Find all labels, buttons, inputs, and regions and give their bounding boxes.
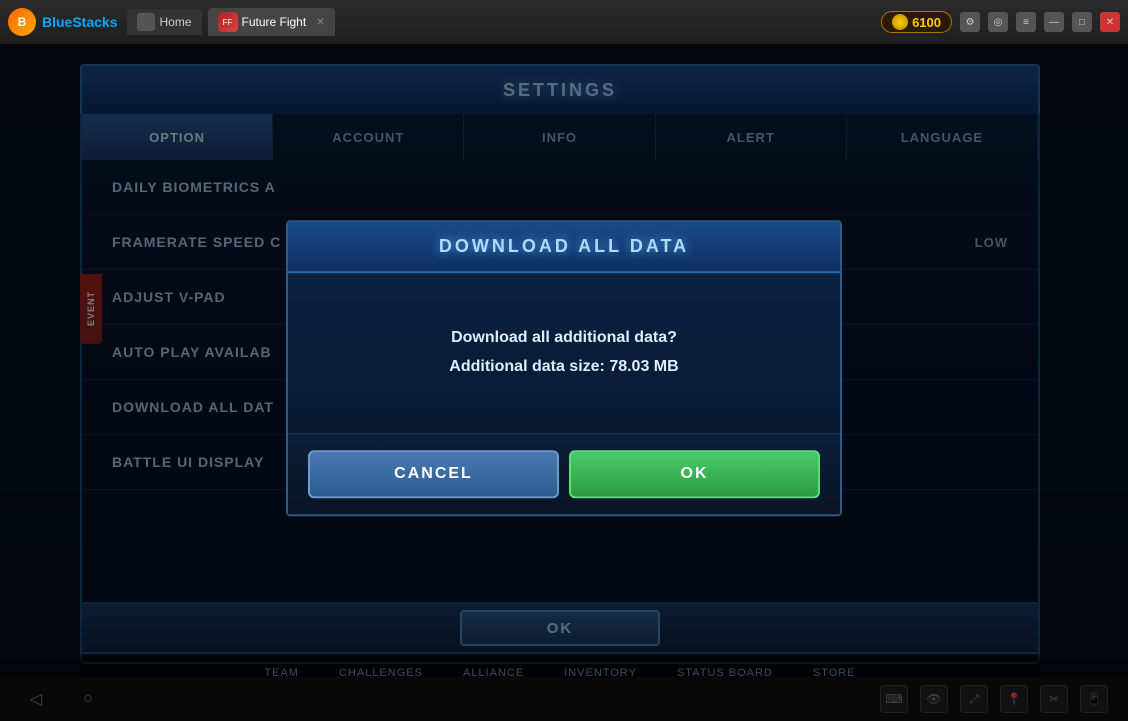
tab-close-icon[interactable]: ✕ [316,17,324,28]
game-icon: FF [218,12,238,32]
coin-amount: 6100 [912,15,941,30]
ok-button[interactable]: OK [569,450,820,498]
modal-title: DOWNLOAD ALL DATA [439,236,689,257]
toolbar-btn-1[interactable]: ⚙ [960,12,980,32]
modal-overlay: DOWNLOAD ALL DATA Download all additiona… [0,44,1128,721]
brand-name: BlueStacks [42,14,117,30]
modal-line2: Additional data size: 78.03 MB [449,353,678,382]
tab-home[interactable]: Home [127,9,201,35]
modal-footer: CANCEL OK [288,433,840,514]
coin-badge: 6100 [881,11,952,33]
modal-body: Download all additional data? Additional… [288,273,840,433]
cancel-button[interactable]: CANCEL [308,450,559,498]
close-button[interactable]: ✕ [1100,12,1120,32]
minimize-button[interactable]: — [1044,12,1064,32]
tab-game-label: Future Fight [242,15,307,29]
bluestacks-logo: B [8,8,36,36]
tab-future-fight[interactable]: FF Future Fight ✕ [208,8,335,36]
titlebar: B BlueStacks Home FF Future Fight ✕ 6100… [0,0,1128,44]
modal-header: DOWNLOAD ALL DATA [288,222,840,273]
tab-home-label: Home [159,15,191,29]
modal-line1: Download all additional data? [449,324,678,353]
toolbar-btn-3[interactable]: ≡ [1016,12,1036,32]
toolbar-btn-2[interactable]: ◎ [988,12,1008,32]
home-icon [137,13,155,31]
modal-text: Download all additional data? Additional… [449,324,678,382]
titlebar-right: 6100 ⚙ ◎ ≡ — □ ✕ [881,11,1120,33]
modal-dialog: DOWNLOAD ALL DATA Download all additiona… [286,220,842,516]
coin-icon [892,14,908,30]
game-area: SETTINGS OPTION ACCOUNT INFO ALERT LANGU… [0,44,1128,721]
maximize-button[interactable]: □ [1072,12,1092,32]
